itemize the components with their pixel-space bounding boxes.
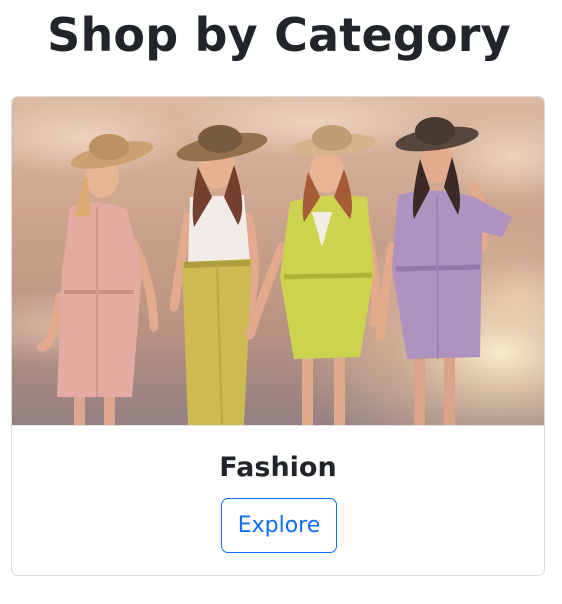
explore-button[interactable]: Explore: [221, 498, 337, 553]
card-body: Fashion Explore: [12, 425, 544, 575]
category-card: Fashion Explore: [11, 96, 545, 576]
page: Shop by Category Fashion Explore: [0, 0, 562, 604]
category-image: [12, 97, 544, 425]
page-title: Shop by Category: [47, 8, 511, 62]
category-title: Fashion: [219, 452, 337, 483]
